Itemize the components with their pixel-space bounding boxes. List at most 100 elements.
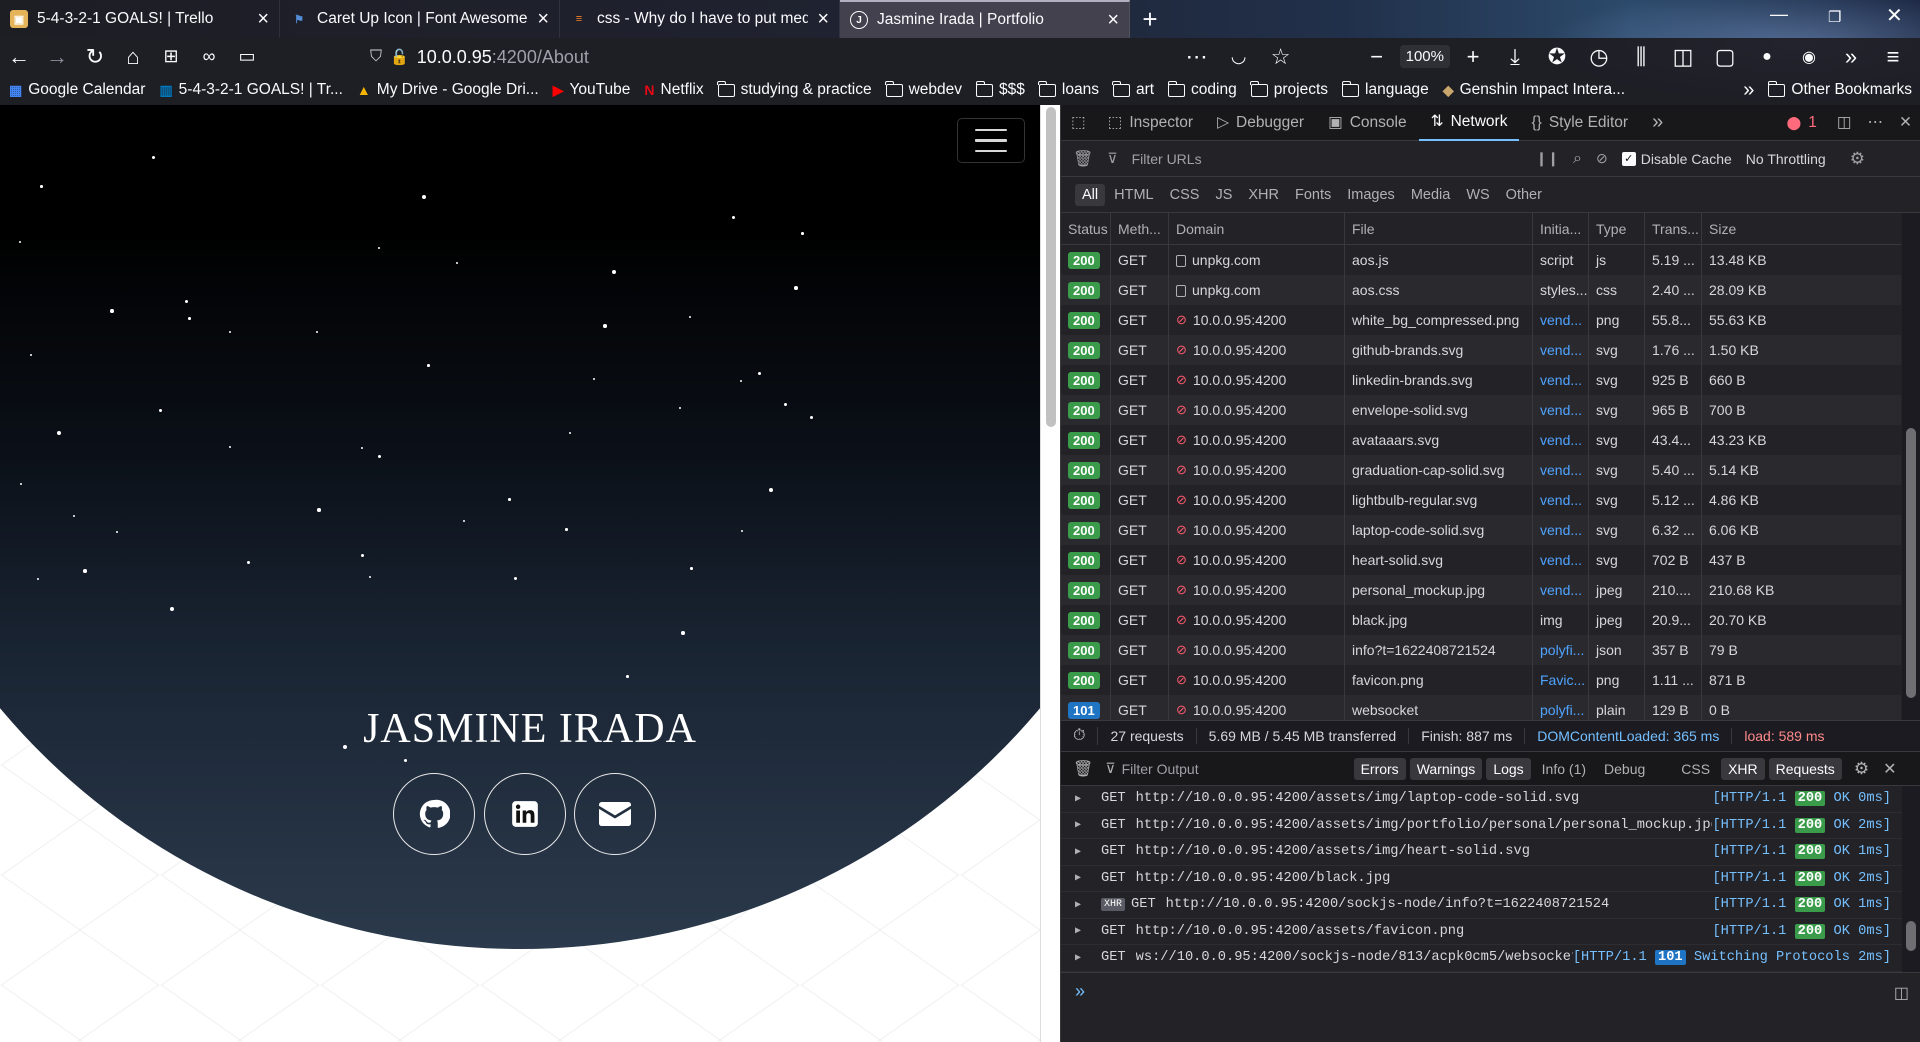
initiator-text[interactable]: vend... [1540, 432, 1582, 448]
initiator-text[interactable]: vend... [1540, 522, 1582, 538]
home-icon[interactable]: ⌂ [114, 41, 152, 73]
initiator-text[interactable]: Favic... [1540, 672, 1585, 688]
expand-triangle-icon[interactable]: ▶ [1061, 819, 1085, 831]
expand-triangle-icon[interactable]: ▶ [1061, 925, 1085, 937]
scrollbar-thumb[interactable] [1046, 107, 1056, 427]
bookmark-1[interactable]: ▥ 5-4-3-2-1 GOALS! | Tr... [159, 81, 342, 99]
initiator-text[interactable]: polyfi... [1540, 642, 1584, 658]
devtools-tab-debugger[interactable]: ▷ Debugger [1205, 105, 1316, 141]
tab-close-icon[interactable]: × [537, 9, 549, 29]
table-row[interactable]: 200 GET ⊘ 10.0.0.95:4200 lightbulb-regular.s… [1061, 485, 1901, 515]
request-url[interactable]: ws://10.0.0.95:4200/sockjs-node/813/acpk… [1136, 950, 1573, 965]
table-row[interactable]: 200 GET ⊘ 10.0.0.95:4200 personal_mockup.jpg… [1061, 575, 1901, 605]
bookmark-13[interactable]: ◆ Genshin Impact Intera... [1443, 81, 1625, 99]
console-filter-info[interactable]: Info (1) [1535, 758, 1593, 780]
menu-icon[interactable]: ≡ [1874, 41, 1912, 73]
downloads-icon[interactable]: ⤓ [1496, 41, 1534, 73]
devtools-menu-icon[interactable]: ⋯ [1860, 105, 1892, 141]
forward-icon[interactable]: → [38, 41, 76, 73]
sidebar-icon[interactable]: ◫ [1664, 41, 1702, 73]
type-filter-images[interactable]: Images [1340, 184, 1402, 206]
dock-icon[interactable]: ◫ [1829, 105, 1860, 141]
console-filter-logs[interactable]: Logs [1486, 757, 1531, 780]
column-header[interactable]: Type [1589, 213, 1645, 244]
request-url[interactable]: http://10.0.0.95:4200/sockjs-node/info?t… [1166, 897, 1713, 912]
minimize-icon[interactable]: — [1770, 4, 1788, 25]
request-url[interactable]: http://10.0.0.95:4200/assets/favicon.png [1136, 924, 1713, 939]
tab-2[interactable]: ≡ css - Why do I have to put med × [560, 0, 840, 38]
initiator-text[interactable]: styles... [1540, 282, 1587, 298]
expand-triangle-icon[interactable]: ▶ [1061, 793, 1085, 805]
bookmark-12[interactable]: language [1341, 80, 1429, 99]
profile-icon[interactable]: ◉ [1790, 41, 1828, 73]
settings-icon[interactable]: ⚙ [1850, 149, 1865, 169]
table-row[interactable]: 200 GET ⊘ 10.0.0.95:4200 graduation-cap-soli… [1061, 455, 1901, 485]
linkedin-link[interactable] [484, 773, 566, 855]
bookmark-0[interactable]: ▦ Google Calendar [9, 81, 145, 99]
devtools-more-tools-icon[interactable]: » [1640, 105, 1675, 141]
zoom-level[interactable]: 100% [1399, 45, 1450, 68]
type-filter-ws[interactable]: WS [1459, 184, 1496, 206]
column-header[interactable]: Meth... [1111, 213, 1169, 244]
tab-close-icon[interactable]: × [257, 9, 269, 29]
table-row[interactable]: 200 GET ⊘ 10.0.0.95:4200 github-brands.svg ve… [1061, 335, 1901, 365]
console-close-icon[interactable]: ✕ [1883, 759, 1896, 779]
request-url[interactable]: http://10.0.0.95:4200/assets/img/heart-s… [1136, 844, 1713, 859]
table-row[interactable]: 200 GET ⊘ 10.0.0.95:4200 black.jpg img jpeg 20.… [1061, 605, 1901, 635]
type-filter-fonts[interactable]: Fonts [1288, 184, 1338, 206]
initiator-text[interactable]: vend... [1540, 492, 1582, 508]
github-link[interactable] [393, 773, 475, 855]
split-console-icon[interactable]: ◫ [1894, 983, 1909, 1003]
console-filter-xhr[interactable]: XHR [1721, 757, 1765, 780]
window-close-icon[interactable]: ✕ [1886, 3, 1903, 28]
bookmarks-overflow-icon[interactable]: » [1743, 79, 1754, 102]
filter-output-input[interactable]: Filter Output [1122, 761, 1354, 777]
tab-close-icon[interactable]: × [1107, 10, 1119, 30]
devtools-tab-network[interactable]: ⇅ Network [1418, 105, 1520, 141]
overflow-icon[interactable]: » [1832, 41, 1870, 73]
console-log-line[interactable]: ▶ GET http://10.0.0.95:4200/assets/favicon… [1061, 919, 1920, 945]
column-header[interactable]: Initia... [1533, 213, 1589, 244]
hamburger-menu-button[interactable] [957, 118, 1025, 163]
scrollbar-thumb[interactable] [1906, 921, 1916, 951]
page-actions-icon[interactable]: ⋯ [1178, 41, 1216, 73]
bookmark-10[interactable]: coding [1167, 80, 1237, 99]
initiator-text[interactable]: polyfi... [1540, 702, 1584, 718]
type-filter-xhr[interactable]: XHR [1241, 184, 1286, 206]
search-icon[interactable]: ⌕ [1573, 150, 1582, 168]
screenshot-icon[interactable]: ⊞ [152, 41, 190, 73]
table-row[interactable]: 200 GET unpkg.com aos.css styles... css 2.40 .… [1061, 275, 1901, 305]
console-trash-icon[interactable]: 🗑 [1061, 759, 1105, 779]
console-filter-warnings[interactable]: Warnings [1409, 757, 1483, 780]
expand-triangle-icon[interactable]: ▶ [1061, 846, 1085, 858]
extension-icon[interactable]: ✪ [1538, 41, 1576, 73]
console-log-line[interactable]: ▶ GET http://10.0.0.95:4200/assets/img/por… [1061, 813, 1920, 839]
table-row[interactable]: 200 GET ⊘ 10.0.0.95:4200 favicon.png Favic...… [1061, 665, 1901, 695]
table-row[interactable]: 200 GET ⊘ 10.0.0.95:4200 laptop-code-solid.s… [1061, 515, 1901, 545]
initiator-text[interactable]: vend... [1540, 342, 1582, 358]
account-avatar-icon[interactable]: ● [1748, 41, 1786, 73]
console-log-line[interactable]: ▶ GET http://10.0.0.95:4200/assets/img/lap… [1061, 786, 1920, 813]
expand-triangle-icon[interactable]: ▶ [1061, 899, 1085, 911]
table-row[interactable]: 200 GET ⊘ 10.0.0.95:4200 avataaars.svg vend..… [1061, 425, 1901, 455]
column-header[interactable]: File [1345, 213, 1533, 244]
column-header[interactable]: Size [1702, 213, 1901, 244]
initiator-text[interactable]: vend... [1540, 312, 1582, 328]
pause-icon[interactable]: ❙❙ [1536, 150, 1559, 167]
url-bar[interactable]: ⛉ 🔓 10.0.0.95:4200/About [370, 42, 1270, 72]
console-scrollbar[interactable] [1902, 786, 1920, 972]
bookmark-6[interactable]: webdev [885, 80, 962, 99]
type-filter-media[interactable]: Media [1404, 184, 1458, 206]
bookmark-7[interactable]: $$$ [975, 80, 1025, 99]
insecure-lock-icon[interactable]: 🔓 [390, 48, 409, 66]
type-filter-css[interactable]: CSS [1163, 184, 1207, 206]
table-row[interactable]: 200 GET unpkg.com aos.js script js 5.19 ... 13.… [1061, 245, 1901, 275]
container-icon[interactable]: ▢ [1706, 41, 1744, 73]
devtools-tab-console[interactable]: ▣ Console [1316, 105, 1419, 141]
table-row[interactable]: 200 GET ⊘ 10.0.0.95:4200 envelope-solid.svg v… [1061, 395, 1901, 425]
bookmark-4[interactable]: N Netflix [644, 81, 703, 99]
console-filter-requests[interactable]: Requests [1768, 757, 1842, 780]
library-icon[interactable]: ⫼ [1622, 41, 1660, 73]
devtools-close-icon[interactable]: ✕ [1891, 105, 1920, 141]
devtools-tab-inspector[interactable]: ⬚ Inspector [1096, 105, 1205, 141]
